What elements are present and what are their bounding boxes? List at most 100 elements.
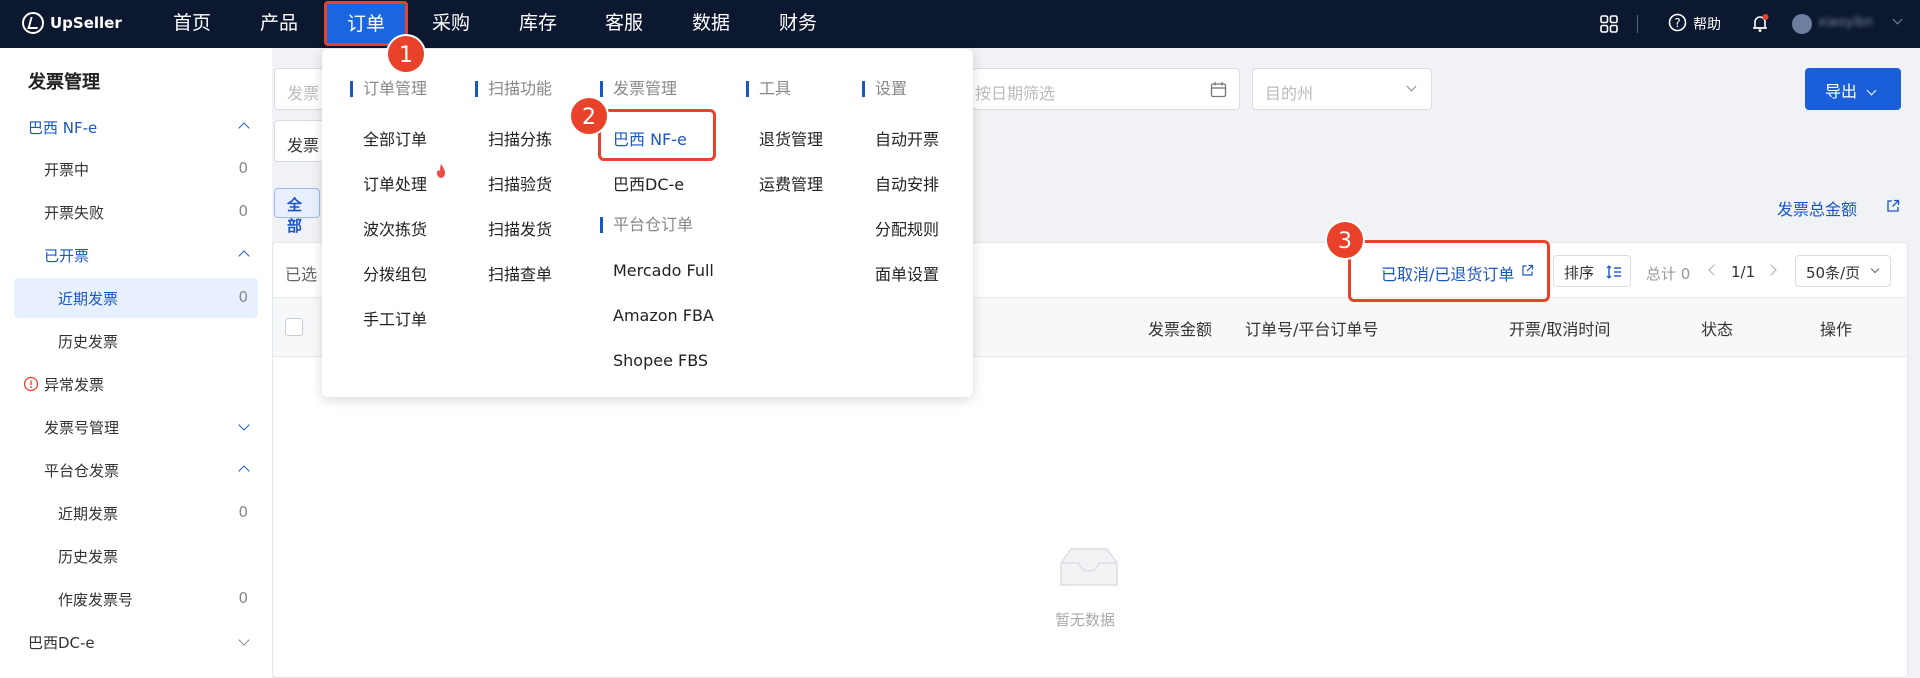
menu-head-platform-warehouse: 平台仓订单 bbox=[600, 217, 693, 233]
menu-item-mercado-full[interactable]: Mercado Full bbox=[613, 261, 714, 280]
top-navbar: UpSeller 首页 产品 订单 采购 库存 客服 数据 财务 ? 帮助 xi… bbox=[0, 0, 1920, 48]
sidebar-item-label: 历史发票 bbox=[58, 548, 119, 566]
menu-item-auto-invoice[interactable]: 自动开票 bbox=[875, 126, 939, 150]
page-size-label: 50条/页 bbox=[1806, 264, 1861, 282]
export-button[interactable]: 导出 bbox=[1805, 68, 1901, 110]
col-invoice-amount: 发票金额 bbox=[1148, 320, 1213, 339]
menu-item-manual-order[interactable]: 手工订单 bbox=[363, 306, 427, 330]
sidebar-item-recent-invoices[interactable]: 近期发票 0 bbox=[14, 278, 258, 318]
help-label[interactable]: 帮助 bbox=[1693, 14, 1721, 34]
sidebar-title: 发票管理 bbox=[28, 72, 100, 93]
sidebar-item-platform-warehouse[interactable]: 平台仓发票 bbox=[14, 450, 258, 490]
tab-all[interactable]: 全部 bbox=[274, 188, 320, 235]
menu-item-shipping-fees[interactable]: 运费管理 bbox=[759, 171, 823, 195]
page-size-select[interactable]: 50条/页 bbox=[1795, 255, 1891, 287]
sidebar-item-abnormal[interactable]: 异常发票 bbox=[14, 364, 258, 404]
sidebar-item-pw-history[interactable]: 历史发票 bbox=[14, 536, 258, 576]
apps-grid-icon[interactable] bbox=[1600, 15, 1618, 33]
state-select[interactable]: 目的州 bbox=[1252, 68, 1432, 110]
sidebar-item-issued[interactable]: 已开票 bbox=[14, 235, 258, 275]
orders-mega-menu: 订单管理 全部订单 订单处理 波次拣货 分拨组包 手工订单 扫描功能 扫描分拣 … bbox=[322, 49, 973, 397]
select-all-checkbox[interactable] bbox=[285, 318, 303, 336]
menu-item-scan-lookup[interactable]: 扫描查单 bbox=[488, 261, 552, 285]
export-label: 导出 bbox=[1825, 82, 1858, 101]
col-actions: 操作 bbox=[1820, 320, 1853, 339]
nav-customer-service[interactable]: 客服 bbox=[597, 0, 651, 48]
menu-item-order-processing[interactable]: 订单处理 bbox=[363, 171, 427, 195]
chevron-down-icon bbox=[1866, 85, 1877, 96]
menu-item-sort-packing[interactable]: 分拨组包 bbox=[363, 261, 427, 285]
nav-purchase[interactable]: 采购 bbox=[424, 0, 478, 48]
sidebar-item-dce[interactable]: 巴西DC-e bbox=[14, 622, 258, 662]
date-filter-placeholder: 按日期筛选 bbox=[975, 84, 1056, 103]
nav-home[interactable]: 首页 bbox=[165, 0, 219, 48]
menu-item-dce[interactable]: 巴西DC-e bbox=[613, 171, 684, 195]
menu-item-shopee-fbs[interactable]: Shopee FBS bbox=[613, 351, 708, 370]
menu-item-allocation-rules[interactable]: 分配规则 bbox=[875, 216, 939, 240]
menu-head-settings: 设置 bbox=[862, 81, 907, 97]
user-name[interactable]: xiaoyibn bbox=[1818, 15, 1873, 30]
sidebar-item-nfe[interactable]: 巴西 NF-e bbox=[14, 107, 258, 147]
sidebar-item-failed[interactable]: 开票失败 0 bbox=[14, 192, 258, 232]
sidebar-item-count: 0 bbox=[238, 202, 248, 220]
menu-head-order-mgmt: 订单管理 bbox=[350, 81, 427, 97]
app-name: UpSeller bbox=[50, 14, 122, 32]
menu-item-label-settings[interactable]: 面单设置 bbox=[875, 261, 939, 285]
selected-label: 已选 bbox=[285, 265, 318, 284]
bell-icon[interactable] bbox=[1750, 13, 1770, 33]
nav-inventory[interactable]: 库存 bbox=[511, 0, 565, 48]
upseller-logo-icon bbox=[22, 12, 44, 34]
menu-item-all-orders[interactable]: 全部订单 bbox=[363, 126, 427, 150]
sidebar-item-label: 巴西 NF-e bbox=[28, 119, 98, 137]
avatar[interactable] bbox=[1792, 14, 1812, 34]
highlight-box-nfe bbox=[598, 109, 716, 161]
sort-button[interactable]: 排序 bbox=[1553, 255, 1631, 287]
sidebar-item-issuing[interactable]: 开票中 0 bbox=[14, 149, 258, 189]
date-filter-input[interactable]: 按日期筛选 bbox=[972, 68, 1240, 110]
sidebar-item-label: 异常发票 bbox=[44, 376, 105, 394]
user-chevron-down-icon[interactable] bbox=[1892, 14, 1903, 25]
sidebar-item-voided[interactable]: 作废发票号 0 bbox=[14, 579, 258, 619]
chevron-up-icon bbox=[238, 465, 250, 477]
sidebar-item-count: 0 bbox=[238, 159, 248, 177]
prev-page-icon[interactable] bbox=[1708, 264, 1720, 276]
menu-item-wave-picking[interactable]: 波次拣货 bbox=[363, 216, 427, 240]
menu-item-amazon-fba[interactable]: Amazon FBA bbox=[613, 306, 714, 325]
col-order-number: 订单号/平台订单号 bbox=[1245, 320, 1379, 339]
menu-item-returns[interactable]: 退货管理 bbox=[759, 126, 823, 150]
calendar-icon bbox=[1210, 82, 1227, 98]
menu-item-scan-ship[interactable]: 扫描发货 bbox=[488, 216, 552, 240]
menu-head-tools: 工具 bbox=[746, 81, 791, 97]
fire-icon bbox=[436, 164, 446, 178]
total-amount-link[interactable]: 发票总金额 bbox=[1777, 196, 1857, 220]
sidebar-item-pw-recent[interactable]: 近期发票 0 bbox=[14, 493, 258, 533]
sidebar-item-label: 近期发票 bbox=[58, 290, 119, 308]
sidebar-item-number-mgmt[interactable]: 发票号管理 bbox=[14, 407, 258, 447]
app-logo[interactable]: UpSeller bbox=[22, 12, 122, 34]
nav-finance[interactable]: 财务 bbox=[771, 0, 825, 48]
nav-data[interactable]: 数据 bbox=[684, 0, 738, 48]
empty-inbox-icon bbox=[1060, 548, 1118, 586]
sidebar-item-label: 作废发票号 bbox=[58, 591, 134, 609]
help-icon[interactable]: ? bbox=[1668, 13, 1687, 32]
highlight-box-cancelled-link bbox=[1348, 240, 1550, 302]
svg-text:?: ? bbox=[1674, 16, 1680, 30]
warning-circle-icon bbox=[23, 376, 39, 392]
step-badge-3: 3 bbox=[1325, 220, 1365, 260]
menu-item-auto-arrange[interactable]: 自动安排 bbox=[875, 171, 939, 195]
sidebar-item-history-invoices[interactable]: 历史发票 bbox=[14, 321, 258, 361]
sidebar-item-count: 0 bbox=[238, 288, 248, 306]
sidebar-item-label: 已开票 bbox=[44, 247, 90, 265]
next-page-icon[interactable] bbox=[1765, 264, 1777, 276]
chevron-down-icon bbox=[238, 419, 250, 431]
sort-icon bbox=[1606, 265, 1621, 279]
sidebar-item-label: 平台仓发票 bbox=[44, 462, 120, 480]
menu-item-scan-sort[interactable]: 扫描分拣 bbox=[488, 126, 552, 150]
chevron-up-icon bbox=[238, 250, 250, 262]
page-indicator: 1/1 bbox=[1731, 263, 1756, 281]
menu-item-scan-check[interactable]: 扫描验货 bbox=[488, 171, 552, 195]
menu-head-invoice-mgmt: 发票管理 bbox=[600, 81, 677, 97]
menu-head-scan: 扫描功能 bbox=[475, 81, 552, 97]
nav-products[interactable]: 产品 bbox=[252, 0, 306, 48]
sidebar-item-label: 历史发票 bbox=[58, 333, 119, 351]
